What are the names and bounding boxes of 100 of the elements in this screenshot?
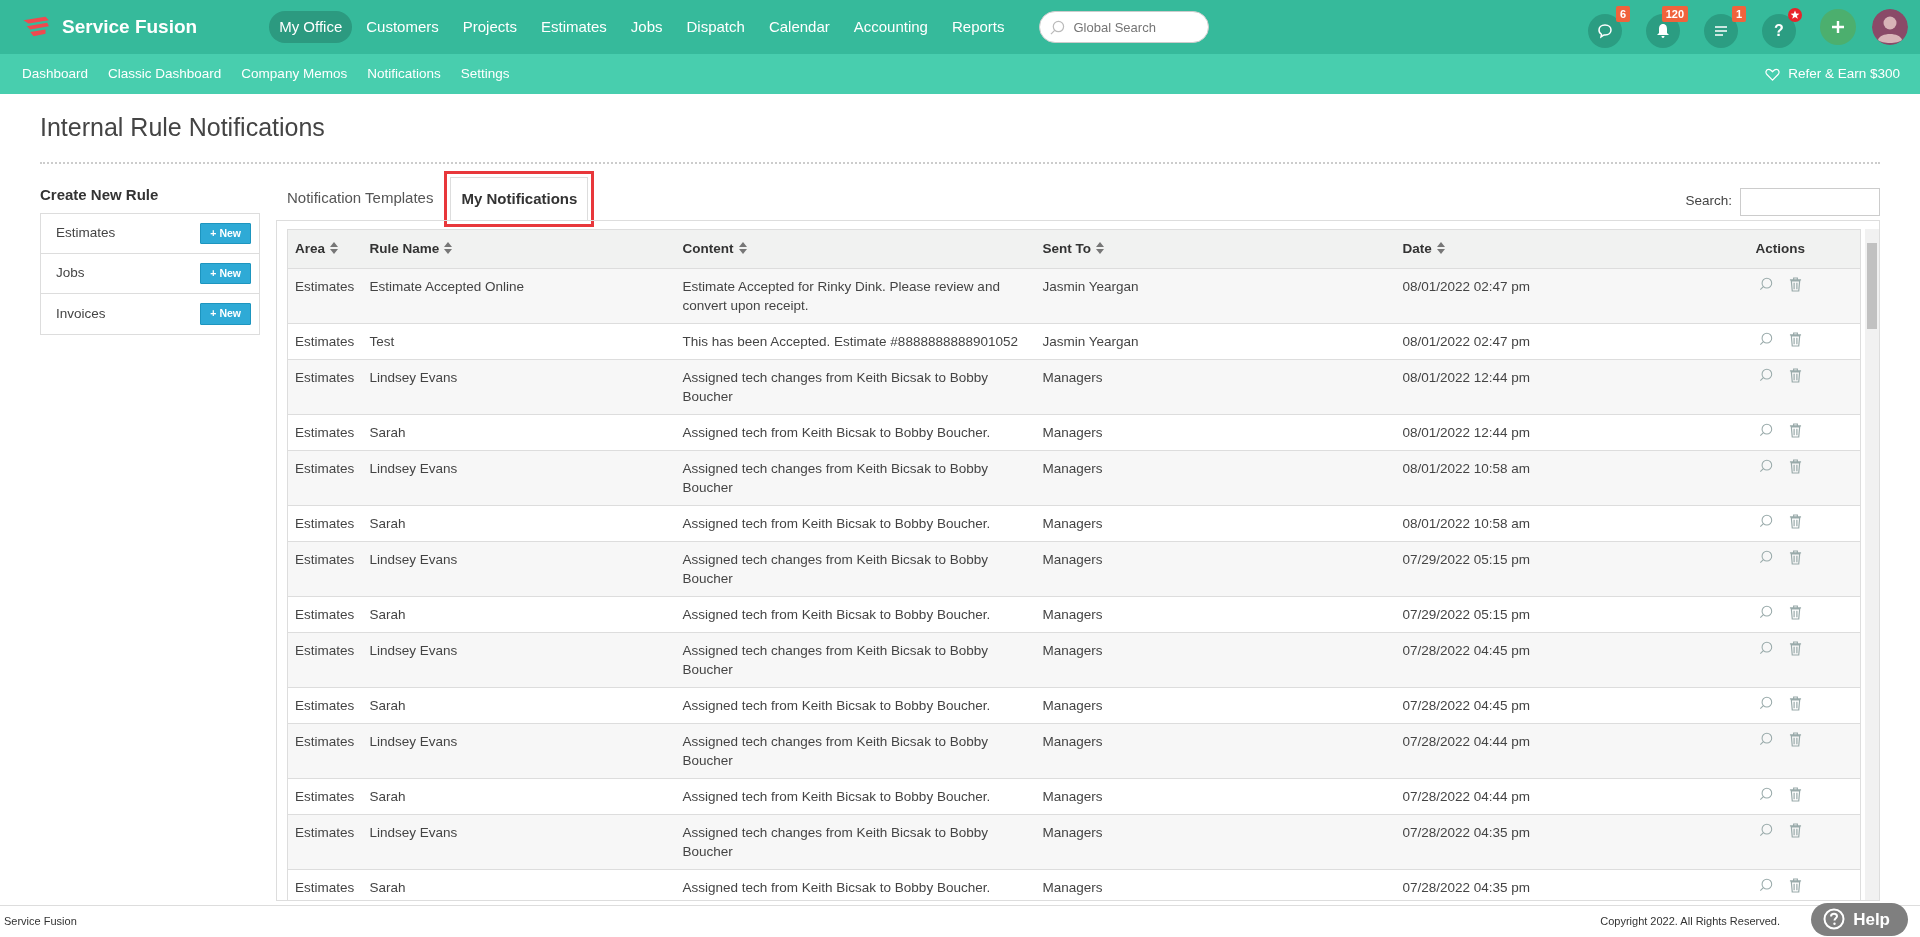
- search-icon[interactable]: [1758, 822, 1773, 837]
- footer-text: Service Fusion: [4, 914, 77, 930]
- search-field[interactable]: [1740, 187, 1880, 216]
- search-icon[interactable]: [1758, 276, 1773, 291]
- table-cell: Sarah: [362, 596, 676, 633]
- column-header[interactable]: Rule Name: [362, 229, 676, 269]
- search-icon[interactable]: [1758, 731, 1773, 746]
- add-button[interactable]: [1820, 9, 1856, 45]
- table-cell: Assigned tech changes from Keith Bicsak to Bobby Boucher: [675, 814, 1036, 870]
- table-cell: Managers: [1035, 869, 1396, 900]
- table-cell: Managers: [1035, 632, 1396, 688]
- nav-link[interactable]: My Office: [269, 10, 353, 44]
- table-cell: Estimates: [287, 450, 363, 506]
- search-icon[interactable]: [1758, 604, 1773, 619]
- nav-link[interactable]: Reports: [941, 10, 1015, 44]
- search-icon[interactable]: [1758, 367, 1773, 382]
- table-cell: This has been Accepted. Estimate #8888888888901052: [675, 323, 1036, 360]
- table-cell: 08/01/2022 10:58 am: [1395, 450, 1701, 506]
- new-button[interactable]: + New: [200, 222, 251, 245]
- nav-link[interactable]: Customers: [356, 10, 449, 44]
- sort-icon[interactable]: [444, 241, 453, 254]
- search-icon[interactable]: [1758, 422, 1773, 437]
- trash-icon[interactable]: [1788, 458, 1802, 474]
- column-header[interactable]: Area: [287, 229, 363, 269]
- search-icon[interactable]: [1758, 549, 1773, 564]
- help-button[interactable]: ?: [1762, 14, 1796, 48]
- table-cell: Managers: [1035, 359, 1396, 415]
- rule-area-label: Estimates: [56, 224, 116, 243]
- trash-icon[interactable]: [1788, 331, 1802, 347]
- search-icon[interactable]: [1758, 786, 1773, 801]
- sub-nav-link[interactable]: Company Memos: [231, 63, 358, 85]
- table-cell: Estimates: [287, 505, 363, 542]
- count-badge: 1: [1731, 6, 1746, 22]
- tasks-button[interactable]: [1704, 14, 1738, 48]
- table-cell: Assigned tech changes from Keith Bicsak to Bobby Boucher: [675, 723, 1036, 779]
- rule-area-label: Jobs: [56, 264, 85, 283]
- search-icon[interactable]: [1758, 331, 1773, 346]
- search-icon[interactable]: [1758, 695, 1773, 710]
- sub-nav-link[interactable]: Settings: [450, 63, 520, 85]
- chat-icon: [1596, 22, 1614, 40]
- nav-link[interactable]: Dispatch: [676, 10, 755, 44]
- table-cell: Lindsey Evans: [362, 632, 676, 688]
- table-cell: Sarah: [362, 778, 676, 815]
- table-cell: Managers: [1035, 414, 1396, 451]
- new-button[interactable]: + New: [200, 262, 251, 285]
- help-button[interactable]: Help: [1811, 902, 1908, 936]
- sort-icon[interactable]: [738, 241, 747, 254]
- trash-icon[interactable]: [1788, 822, 1802, 838]
- question-icon: [1823, 908, 1846, 931]
- trash-icon[interactable]: [1788, 640, 1802, 656]
- search-icon[interactable]: [1758, 458, 1773, 473]
- scrollbar[interactable]: [1865, 228, 1879, 900]
- chat-button[interactable]: [1588, 14, 1622, 48]
- brand-name[interactable]: Service Fusion: [62, 12, 198, 42]
- trash-icon[interactable]: [1788, 877, 1802, 893]
- nav-link[interactable]: Projects: [452, 10, 527, 44]
- search-icon[interactable]: [1758, 877, 1773, 892]
- table-cell: Estimates: [287, 632, 363, 688]
- nav-link[interactable]: Accounting: [843, 10, 938, 44]
- sub-nav-link[interactable]: Classic Dashboard: [98, 63, 232, 85]
- table-cell: Lindsey Evans: [362, 814, 676, 870]
- table-cell: Managers: [1035, 505, 1396, 542]
- column-header[interactable]: Date: [1395, 229, 1701, 269]
- table-cell: Managers: [1035, 596, 1396, 633]
- nav-link[interactable]: Estimates: [530, 10, 617, 44]
- refer-link[interactable]: Refer & Earn $300: [1755, 63, 1910, 85]
- table-cell: 07/29/2022 05:15 pm: [1395, 541, 1701, 597]
- trash-icon[interactable]: [1788, 422, 1802, 438]
- table-cell: 07/29/2022 05:15 pm: [1395, 596, 1701, 633]
- nav-link[interactable]: Jobs: [620, 10, 673, 44]
- trash-icon[interactable]: [1788, 695, 1802, 711]
- copyright-text: Copyright 2022. All Rights Reserved.: [1600, 914, 1780, 930]
- trash-icon[interactable]: [1788, 786, 1802, 802]
- trash-icon[interactable]: [1788, 604, 1802, 620]
- table-cell: Estimates: [287, 359, 363, 415]
- table-cell: Sarah: [362, 414, 676, 451]
- trash-icon[interactable]: [1788, 276, 1802, 292]
- search-icon[interactable]: [1758, 513, 1773, 528]
- section-heading: Create New Rule: [40, 186, 160, 204]
- tab[interactable]: Notification Templates: [276, 176, 445, 220]
- trash-icon[interactable]: [1788, 513, 1802, 529]
- sort-icon[interactable]: [1096, 241, 1104, 254]
- sort-icon[interactable]: [330, 241, 339, 254]
- table-cell: Lindsey Evans: [362, 541, 676, 597]
- avatar[interactable]: [1872, 9, 1908, 45]
- table-cell: 07/28/2022 04:35 pm: [1395, 869, 1701, 900]
- column-header[interactable]: Content: [675, 229, 1036, 269]
- table-cell: Estimates: [287, 778, 363, 815]
- new-button[interactable]: + New: [200, 303, 251, 325]
- table-cell: 08/01/2022 10:58 am: [1395, 505, 1701, 542]
- global-search-field[interactable]: Global Search: [1038, 11, 1209, 43]
- trash-icon[interactable]: [1788, 731, 1802, 747]
- trash-icon[interactable]: [1788, 549, 1802, 565]
- trash-icon[interactable]: [1788, 367, 1802, 383]
- column-header[interactable]: Sent To: [1035, 229, 1396, 269]
- nav-link[interactable]: Calendar: [758, 10, 840, 44]
- search-icon[interactable]: [1758, 640, 1773, 655]
- sort-icon[interactable]: [1436, 241, 1445, 254]
- sub-nav-link[interactable]: Dashboard: [12, 63, 99, 85]
- sub-nav-link[interactable]: Notifications: [357, 63, 451, 85]
